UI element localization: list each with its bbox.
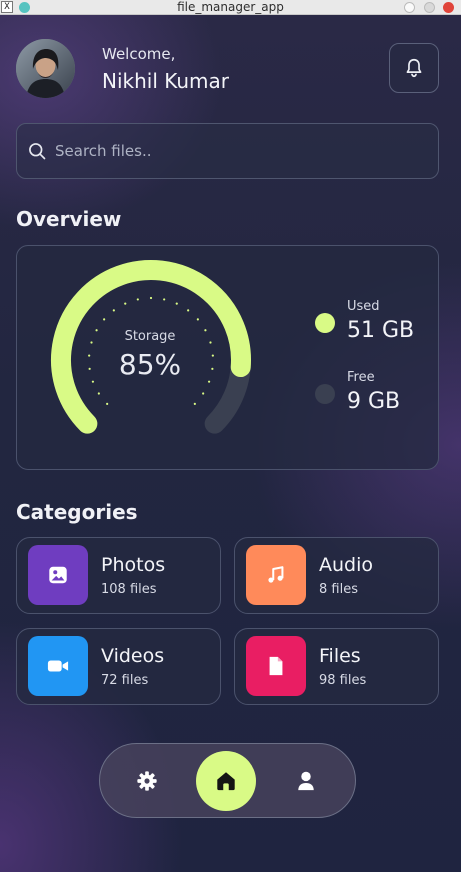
used-value: 51 GB bbox=[347, 318, 415, 343]
gauge-tick bbox=[202, 392, 205, 395]
maximize-button[interactable] bbox=[424, 2, 435, 13]
window-title-bar: X file_manager_app bbox=[0, 0, 461, 15]
user-icon bbox=[298, 771, 314, 791]
category-videos[interactable]: Videos 72 files bbox=[16, 628, 221, 705]
music-note-icon bbox=[268, 566, 284, 583]
category-count: 8 files bbox=[319, 582, 358, 597]
search-input[interactable] bbox=[55, 134, 425, 168]
category-count: 72 files bbox=[101, 673, 149, 688]
minimize-button[interactable] bbox=[404, 2, 415, 13]
category-count: 98 files bbox=[319, 673, 367, 688]
search-icon bbox=[29, 143, 46, 160]
overview-title: Overview bbox=[16, 207, 122, 231]
audio-icon-tile bbox=[246, 545, 306, 605]
photos-icon-tile bbox=[28, 545, 88, 605]
category-name: Files bbox=[319, 645, 361, 667]
gauge-tick bbox=[175, 302, 178, 305]
user-name: Nikhil Kumar bbox=[102, 69, 230, 93]
gauge-percentage: 85% bbox=[118, 348, 182, 381]
category-files[interactable]: Files 98 files bbox=[234, 628, 439, 705]
window-title: file_manager_app bbox=[177, 0, 284, 14]
gauge-tick bbox=[136, 298, 139, 301]
files-icon-tile bbox=[246, 636, 306, 696]
gauge-fill bbox=[51, 260, 251, 434]
storage-overview-card: Storage 85% Used 51 GB Free 9 GB bbox=[16, 245, 439, 470]
notifications-button[interactable] bbox=[389, 43, 439, 93]
used-legend-dot bbox=[315, 313, 335, 333]
welcome-text: Welcome, bbox=[102, 45, 176, 63]
category-photos[interactable]: Photos 108 files bbox=[16, 537, 221, 614]
gauge-tick bbox=[112, 309, 115, 312]
avatar-portrait-icon bbox=[16, 39, 75, 98]
gauge-label: Storage bbox=[124, 329, 176, 344]
free-label: Free bbox=[347, 370, 375, 385]
nav-profile-button[interactable] bbox=[276, 751, 336, 811]
gauge-tick bbox=[124, 302, 127, 305]
gauge-tick bbox=[103, 318, 106, 321]
image-icon bbox=[49, 566, 67, 584]
gauge-tick bbox=[163, 298, 166, 301]
gauge-tick bbox=[97, 392, 100, 395]
category-name: Audio bbox=[319, 554, 374, 576]
gauge-tick bbox=[187, 309, 190, 312]
home-icon bbox=[217, 772, 235, 791]
gauge-tick bbox=[193, 402, 196, 405]
document-icon bbox=[269, 656, 283, 676]
bell-icon bbox=[406, 58, 422, 78]
gauge-tick bbox=[106, 402, 109, 405]
bottom-navigation bbox=[99, 743, 356, 818]
nav-home-button[interactable] bbox=[196, 751, 256, 811]
free-legend-dot bbox=[315, 384, 335, 404]
category-name: Videos bbox=[101, 645, 165, 667]
categories-title: Categories bbox=[16, 500, 138, 524]
search-bar[interactable] bbox=[16, 123, 439, 179]
close-button[interactable] bbox=[443, 2, 454, 13]
category-audio[interactable]: Audio 8 files bbox=[234, 537, 439, 614]
used-label: Used bbox=[347, 299, 380, 314]
gauge-tick bbox=[149, 296, 153, 300]
category-name: Photos bbox=[101, 554, 166, 576]
gauge-tick bbox=[196, 318, 199, 321]
gear-icon bbox=[137, 771, 157, 791]
nav-settings-button[interactable] bbox=[117, 751, 177, 811]
free-value: 9 GB bbox=[347, 389, 401, 414]
videos-icon-tile bbox=[28, 636, 88, 696]
category-count: 108 files bbox=[101, 582, 157, 597]
app-container: Welcome, Nikhil Kumar Overview Storage 8… bbox=[0, 15, 461, 872]
video-camera-icon bbox=[47, 660, 69, 672]
avatar[interactable] bbox=[16, 39, 75, 98]
